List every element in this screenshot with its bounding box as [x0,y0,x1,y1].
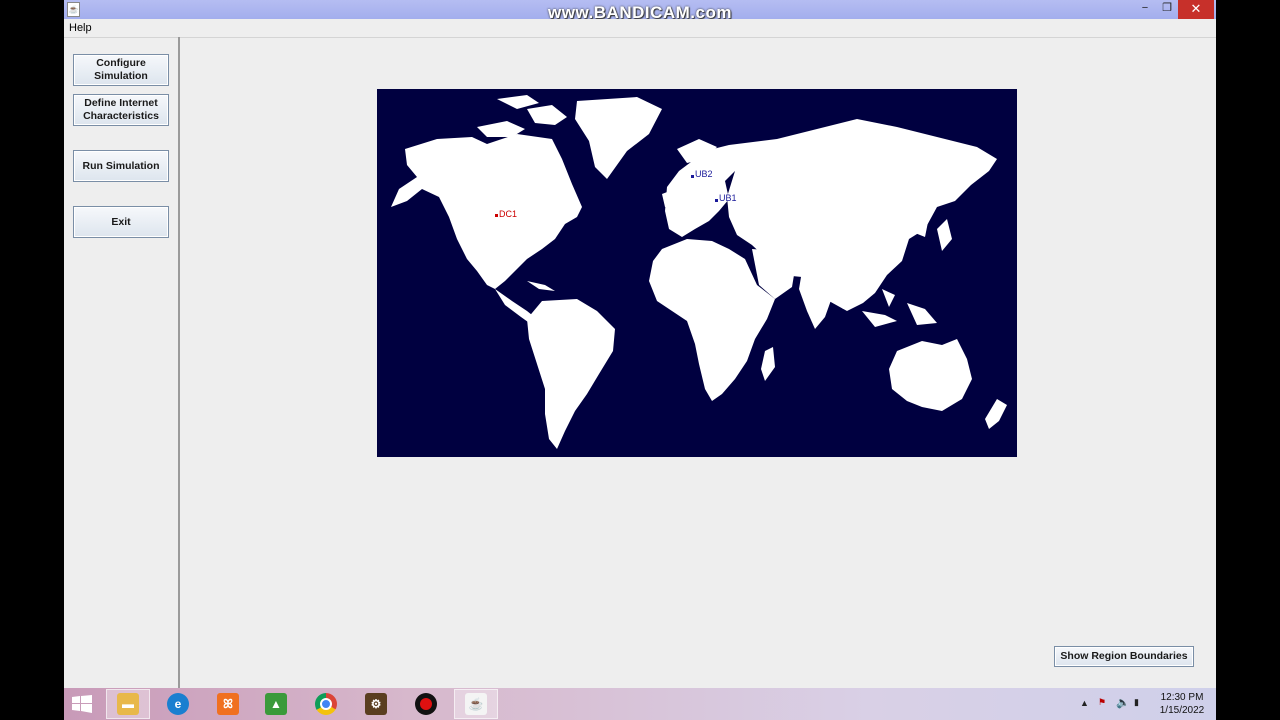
define-internet-characteristics-button[interactable]: Define Internet Characteristics [73,94,169,126]
title-bar[interactable]: ☕ www.BANDICAM.com − ❐ ✕ [64,0,1216,22]
edge-icon: e [167,693,189,715]
windows-logo-icon [72,695,92,713]
java-icon: ☕ [465,693,487,715]
tray-network-icon[interactable]: ▮ [1134,697,1139,708]
clock-date: 1/15/2022 [1159,705,1205,716]
menu-help[interactable]: Help [69,22,92,34]
settings-app-icon: ⚙ [365,693,387,715]
menu-bar: Help [64,19,1216,38]
world-map-landmass [391,95,1007,449]
taskbar-clock[interactable]: 12:30 PM 1/15/2022 [1152,691,1212,717]
taskbar-settings-app[interactable]: ⚙ [354,689,398,719]
configure-label-line1: Configure [96,57,146,69]
world-map: DC1 UB2 UB1 [377,89,1017,457]
ub1-label: UB1 [719,193,737,203]
define-label-line2: Characteristics [83,110,159,122]
taskbar-xampp[interactable]: ꕤ [206,689,250,719]
taskbar-java[interactable]: ☕ [454,689,498,719]
define-label-line1: Define Internet [84,97,158,109]
application-window: ☕ www.BANDICAM.com − ❐ ✕ Help Configure S… [64,0,1216,688]
dc1-marker[interactable] [495,214,498,217]
ub1-marker[interactable] [715,199,718,202]
show-region-boundaries-button[interactable]: Show Region Boundaries [1054,646,1194,667]
windows-start-button[interactable] [72,695,92,713]
taskbar-chart-app[interactable]: ▲ [254,689,298,719]
chart-app-icon: ▲ [265,693,287,715]
close-button[interactable]: ✕ [1178,0,1214,19]
taskbar: ▬ e ꕤ ▲ ⚙ ☕ ▲ ⚑ 🔈 ▮ 12:30 PM 1/15/2022 [64,688,1216,720]
configure-simulation-button[interactable]: Configure Simulation [73,54,169,86]
control-panel: Configure Simulation Define Internet Chara… [64,37,180,688]
taskbar-chrome[interactable] [304,689,348,719]
run-simulation-button[interactable]: Run Simulation [73,150,169,182]
restore-button[interactable]: ❐ [1158,0,1176,19]
clock-time: 12:30 PM [1160,692,1204,703]
bandicam-record-icon [415,693,437,715]
xampp-icon: ꕤ [217,693,239,715]
chrome-icon [315,693,337,715]
configure-label-line2: Simulation [94,70,148,82]
ub2-marker[interactable] [691,175,694,178]
exit-button[interactable]: Exit [73,206,169,238]
tray-volume-icon[interactable]: 🔈 [1116,696,1130,709]
ub2-label: UB2 [695,169,713,179]
tray-flag-icon[interactable]: ⚑ [1098,697,1106,708]
minimize-button[interactable]: − [1136,0,1154,19]
dc1-label: DC1 [499,209,518,219]
tray-overflow-icon[interactable]: ▲ [1080,698,1089,708]
taskbar-bandicam[interactable] [404,689,448,719]
taskbar-edge[interactable]: e [156,689,200,719]
taskbar-file-explorer[interactable]: ▬ [106,689,150,719]
file-explorer-icon: ▬ [117,693,139,715]
